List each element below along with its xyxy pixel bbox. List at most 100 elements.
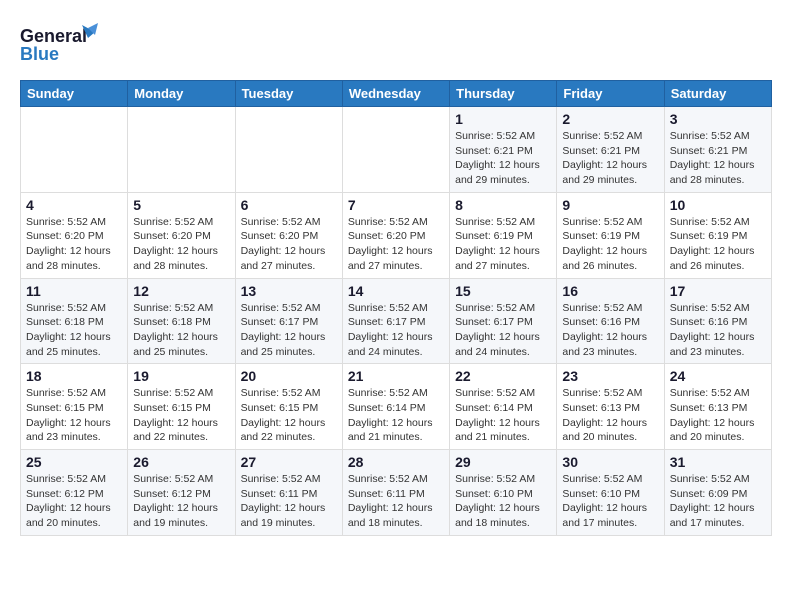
day-info: Sunrise: 5:52 AM Sunset: 6:17 PM Dayligh…: [455, 301, 551, 360]
day-info: Sunrise: 5:52 AM Sunset: 6:12 PM Dayligh…: [133, 472, 229, 531]
day-info: Sunrise: 5:52 AM Sunset: 6:21 PM Dayligh…: [455, 129, 551, 188]
calendar-cell: 6 Sunrise: 5:52 AM Sunset: 6:20 PM Daylig…: [235, 192, 342, 278]
day-number: 12: [133, 283, 229, 299]
calendar-cell: 25Sunrise: 5:52 AM Sunset: 6:12 PM Dayli…: [21, 450, 128, 536]
day-number: 19: [133, 368, 229, 384]
calendar-cell: [235, 107, 342, 193]
calendar-cell: 20Sunrise: 5:52 AM Sunset: 6:15 PM Dayli…: [235, 364, 342, 450]
calendar-cell: 18 Sunrise: 5:52 AM Sunset: 6:15 PM Dayli…: [21, 364, 128, 450]
calendar-week-5: 25Sunrise: 5:52 AM Sunset: 6:12 PM Dayli…: [21, 450, 772, 536]
day-number: 15: [455, 283, 551, 299]
day-number: 23: [562, 368, 658, 384]
day-number: 26: [133, 454, 229, 470]
day-number: 8: [455, 197, 551, 213]
calendar-cell: 23 Sunrise: 5:52 AM Sunset: 6:13 PM Dayli…: [557, 364, 664, 450]
page-header: General Blue: [20, 20, 772, 70]
column-header-wednesday: Wednesday: [342, 81, 449, 107]
calendar-cell: 2 Sunrise: 5:52 AM Sunset: 6:21 PM Daylig…: [557, 107, 664, 193]
calendar-cell: 8Sunrise: 5:52 AM Sunset: 6:19 PM Daylig…: [450, 192, 557, 278]
calendar-cell: 30 Sunrise: 5:52 AM Sunset: 6:10 PM Dayli…: [557, 450, 664, 536]
day-number: 27: [241, 454, 337, 470]
day-number: 30: [562, 454, 658, 470]
calendar-cell: 19 Sunrise: 5:52 AM Sunset: 6:15 PM Dayli…: [128, 364, 235, 450]
day-info: Sunrise: 5:52 AM Sunset: 6:21 PM Dayligh…: [670, 129, 766, 188]
calendar-cell: [342, 107, 449, 193]
day-info: Sunrise: 5:52 AM Sunset: 6:18 PM Dayligh…: [133, 301, 229, 360]
day-number: 6: [241, 197, 337, 213]
calendar-cell: 15 Sunrise: 5:52 AM Sunset: 6:17 PM Dayli…: [450, 278, 557, 364]
day-info: Sunrise: 5:52 AM Sunset: 6:11 PM Dayligh…: [348, 472, 444, 531]
calendar-cell: 4 Sunrise: 5:52 AM Sunset: 6:20 PM Daylig…: [21, 192, 128, 278]
calendar-cell: 12 Sunrise: 5:52 AM Sunset: 6:18 PM Dayli…: [128, 278, 235, 364]
day-info: Sunrise: 5:52 AM Sunset: 6:20 PM Dayligh…: [348, 215, 444, 274]
day-info: Sunrise: 5:52 AM Sunset: 6:16 PM Dayligh…: [562, 301, 658, 360]
calendar-cell: 22 Sunrise: 5:52 AM Sunset: 6:14 PM Dayli…: [450, 364, 557, 450]
calendar-header-row: SundayMondayTuesdayWednesdayThursdayFrid…: [21, 81, 772, 107]
column-header-tuesday: Tuesday: [235, 81, 342, 107]
day-info: Sunrise: 5:52 AM Sunset: 6:10 PM Dayligh…: [562, 472, 658, 531]
day-number: 2: [562, 111, 658, 127]
column-header-monday: Monday: [128, 81, 235, 107]
day-number: 3: [670, 111, 766, 127]
day-number: 31: [670, 454, 766, 470]
calendar-cell: 26 Sunrise: 5:52 AM Sunset: 6:12 PM Dayli…: [128, 450, 235, 536]
day-info: Sunrise: 5:52 AM Sunset: 6:19 PM Dayligh…: [670, 215, 766, 274]
calendar-week-1: 1 Sunrise: 5:52 AM Sunset: 6:21 PM Daylig…: [21, 107, 772, 193]
day-info: Sunrise: 5:52 AM Sunset: 6:20 PM Dayligh…: [241, 215, 337, 274]
day-info: Sunrise: 5:52 AM Sunset: 6:12 PM Dayligh…: [26, 472, 122, 531]
day-info: Sunrise: 5:52 AM Sunset: 6:09 PM Dayligh…: [670, 472, 766, 531]
logo-graphic: General Blue: [20, 20, 100, 70]
calendar-cell: 14 Sunrise: 5:52 AM Sunset: 6:17 PM Dayli…: [342, 278, 449, 364]
calendar-cell: 28Sunrise: 5:52 AM Sunset: 6:11 PM Dayli…: [342, 450, 449, 536]
column-header-sunday: Sunday: [21, 81, 128, 107]
day-info: Sunrise: 5:52 AM Sunset: 6:15 PM Dayligh…: [133, 386, 229, 445]
day-info: Sunrise: 5:52 AM Sunset: 6:17 PM Dayligh…: [348, 301, 444, 360]
calendar-cell: 24Sunrise: 5:52 AM Sunset: 6:13 PM Dayli…: [664, 364, 771, 450]
day-info: Sunrise: 5:52 AM Sunset: 6:19 PM Dayligh…: [562, 215, 658, 274]
day-number: 21: [348, 368, 444, 384]
calendar-cell: 1 Sunrise: 5:52 AM Sunset: 6:21 PM Daylig…: [450, 107, 557, 193]
calendar-cell: 27 Sunrise: 5:52 AM Sunset: 6:11 PM Dayli…: [235, 450, 342, 536]
day-info: Sunrise: 5:52 AM Sunset: 6:18 PM Dayligh…: [26, 301, 122, 360]
calendar-cell: 21 Sunrise: 5:52 AM Sunset: 6:14 PM Dayli…: [342, 364, 449, 450]
calendar-cell: 31 Sunrise: 5:52 AM Sunset: 6:09 PM Dayli…: [664, 450, 771, 536]
day-number: 16: [562, 283, 658, 299]
day-number: 4: [26, 197, 122, 213]
calendar-cell: 11 Sunrise: 5:52 AM Sunset: 6:18 PM Dayli…: [21, 278, 128, 364]
logo: General Blue: [20, 20, 100, 70]
day-number: 18: [26, 368, 122, 384]
calendar-cell: [128, 107, 235, 193]
day-number: 11: [26, 283, 122, 299]
day-info: Sunrise: 5:52 AM Sunset: 6:13 PM Dayligh…: [670, 386, 766, 445]
calendar-cell: 5 Sunrise: 5:52 AM Sunset: 6:20 PM Daylig…: [128, 192, 235, 278]
svg-text:Blue: Blue: [20, 44, 59, 64]
day-info: Sunrise: 5:52 AM Sunset: 6:13 PM Dayligh…: [562, 386, 658, 445]
day-info: Sunrise: 5:52 AM Sunset: 6:21 PM Dayligh…: [562, 129, 658, 188]
day-info: Sunrise: 5:52 AM Sunset: 6:11 PM Dayligh…: [241, 472, 337, 531]
day-number: 14: [348, 283, 444, 299]
day-number: 9: [562, 197, 658, 213]
calendar-cell: [21, 107, 128, 193]
day-number: 5: [133, 197, 229, 213]
day-number: 1: [455, 111, 551, 127]
day-info: Sunrise: 5:52 AM Sunset: 6:15 PM Dayligh…: [26, 386, 122, 445]
day-number: 10: [670, 197, 766, 213]
day-info: Sunrise: 5:52 AM Sunset: 6:14 PM Dayligh…: [455, 386, 551, 445]
day-number: 13: [241, 283, 337, 299]
day-info: Sunrise: 5:52 AM Sunset: 6:20 PM Dayligh…: [26, 215, 122, 274]
calendar-week-4: 18 Sunrise: 5:52 AM Sunset: 6:15 PM Dayli…: [21, 364, 772, 450]
column-header-thursday: Thursday: [450, 81, 557, 107]
svg-text:General: General: [20, 26, 87, 46]
day-number: 7: [348, 197, 444, 213]
column-header-saturday: Saturday: [664, 81, 771, 107]
day-info: Sunrise: 5:52 AM Sunset: 6:17 PM Dayligh…: [241, 301, 337, 360]
day-number: 22: [455, 368, 551, 384]
day-info: Sunrise: 5:52 AM Sunset: 6:20 PM Dayligh…: [133, 215, 229, 274]
calendar-cell: 16 Sunrise: 5:52 AM Sunset: 6:16 PM Dayli…: [557, 278, 664, 364]
column-header-friday: Friday: [557, 81, 664, 107]
calendar-cell: 17Sunrise: 5:52 AM Sunset: 6:16 PM Dayli…: [664, 278, 771, 364]
day-number: 20: [241, 368, 337, 384]
calendar-cell: 10 Sunrise: 5:52 AM Sunset: 6:19 PM Dayli…: [664, 192, 771, 278]
day-info: Sunrise: 5:52 AM Sunset: 6:14 PM Dayligh…: [348, 386, 444, 445]
calendar-table: SundayMondayTuesdayWednesdayThursdayFrid…: [20, 80, 772, 536]
